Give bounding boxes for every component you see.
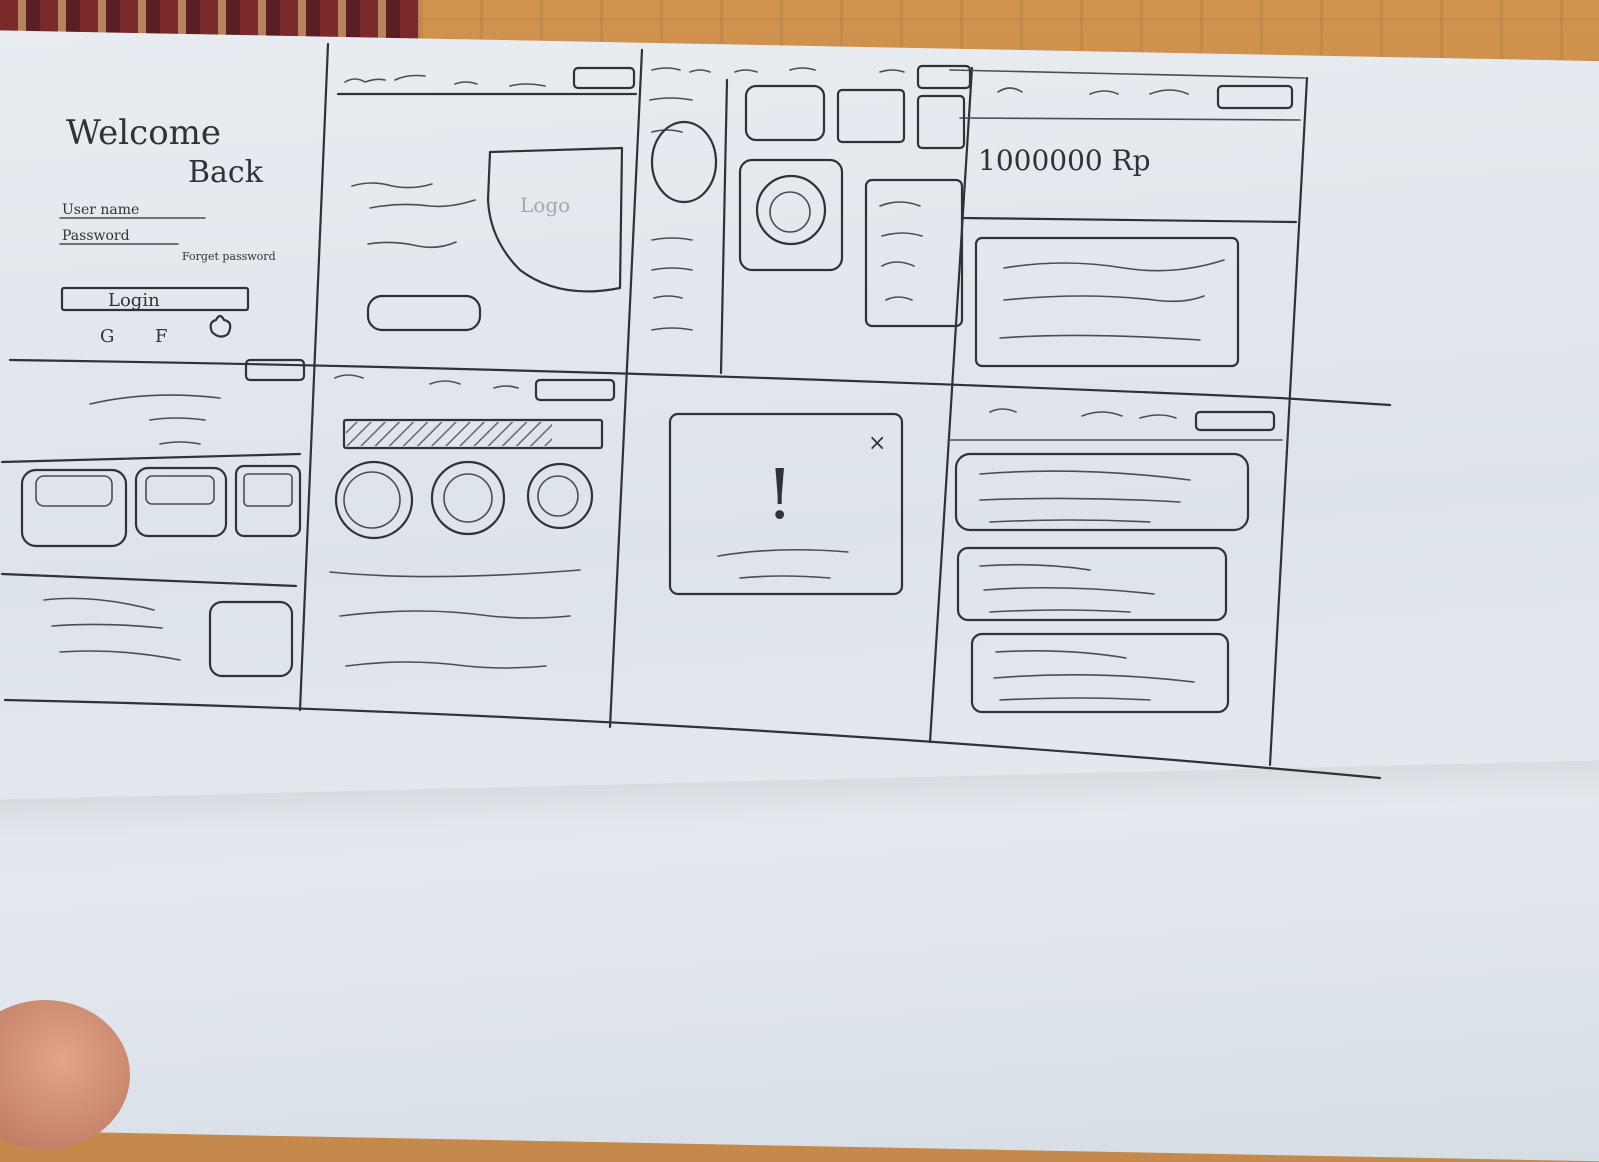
password-label: Password — [62, 228, 130, 244]
forgot-password-link[interactable]: Forget password — [182, 250, 276, 263]
balance-screen: 1000000 Rp — [960, 84, 1298, 368]
logo-label: Logo — [520, 193, 570, 217]
list-screen — [947, 408, 1283, 714]
sidebar-item[interactable] — [651, 237, 693, 331]
product-image — [243, 473, 293, 507]
facebook-login-icon[interactable]: F — [155, 326, 168, 347]
body-text-scribble — [351, 182, 476, 249]
header-text-scribble — [734, 67, 905, 73]
section-divider — [0, 572, 298, 588]
wireframe-sketch: Welcome Back User name Password Forget p… — [0, 42, 1392, 780]
header-text-scribble — [454, 81, 546, 87]
section-text-scribble — [43, 597, 181, 661]
welcome-title-line2: Back — [188, 155, 264, 190]
featured-image-inner — [769, 191, 811, 233]
product-image — [145, 475, 215, 505]
header-button[interactable] — [244, 358, 306, 382]
section-divider — [0, 452, 302, 464]
google-login-icon[interactable]: G — [100, 326, 114, 347]
header-text-scribble — [651, 67, 711, 73]
balance-card-text — [999, 259, 1225, 341]
header-button[interactable] — [1194, 410, 1276, 432]
dialog-close-icon[interactable]: × — [868, 431, 886, 456]
login-button-label: Login — [108, 290, 160, 311]
list-item-text — [993, 650, 1195, 701]
progress-screen — [329, 374, 616, 669]
header-button[interactable] — [572, 66, 636, 90]
info-card-text — [879, 201, 923, 301]
header-text-scribble — [997, 87, 1189, 95]
product-card[interactable] — [20, 468, 128, 548]
header-text-scribble — [344, 74, 426, 83]
thumbnail-box[interactable] — [208, 600, 294, 678]
featured-image-circle — [755, 174, 827, 246]
alert-screen: × ! — [668, 412, 904, 596]
avatar — [650, 120, 718, 204]
option-circle-inner — [443, 473, 493, 523]
list-item-text — [979, 470, 1191, 523]
section-text-scribble — [89, 394, 221, 445]
balance-divider — [960, 216, 1298, 224]
splash-button[interactable] — [366, 294, 482, 332]
header-text-scribble — [989, 408, 1177, 419]
header-button[interactable] — [1216, 84, 1294, 110]
section-text-scribble — [329, 569, 581, 669]
option-circle-inner — [343, 471, 401, 529]
category-card[interactable] — [916, 94, 966, 150]
category-card[interactable] — [836, 88, 906, 144]
sidebar-item[interactable] — [649, 97, 693, 133]
login-screen: Welcome Back User name Password Forget p… — [59, 113, 276, 347]
username-label: User name — [62, 202, 139, 218]
product-card[interactable] — [234, 464, 302, 538]
header-text-scribble — [334, 374, 519, 389]
logo-box — [486, 146, 624, 293]
category-card[interactable] — [744, 84, 826, 142]
balance-card[interactable] — [974, 236, 1240, 368]
list-item[interactable] — [954, 452, 1250, 532]
product-image — [35, 475, 113, 507]
header-button[interactable] — [916, 64, 972, 90]
apple-login-icon[interactable] — [209, 314, 232, 338]
info-card[interactable] — [864, 178, 964, 328]
alert-message-text — [717, 548, 849, 579]
progress-bar-fill — [346, 422, 552, 446]
categories-screen — [649, 64, 972, 331]
product-list-screen — [0, 358, 306, 678]
list-item[interactable] — [956, 546, 1228, 622]
welcome-title-line1: Welcome — [66, 113, 221, 153]
splash-screen: Logo — [336, 66, 638, 332]
header-button[interactable] — [534, 378, 616, 402]
balance-amount: 1000000 Rp — [978, 144, 1151, 177]
option-circle[interactable] — [430, 460, 506, 536]
alert-icon: ! — [766, 456, 793, 535]
option-circle-inner — [537, 475, 579, 517]
list-item-text — [979, 563, 1155, 613]
